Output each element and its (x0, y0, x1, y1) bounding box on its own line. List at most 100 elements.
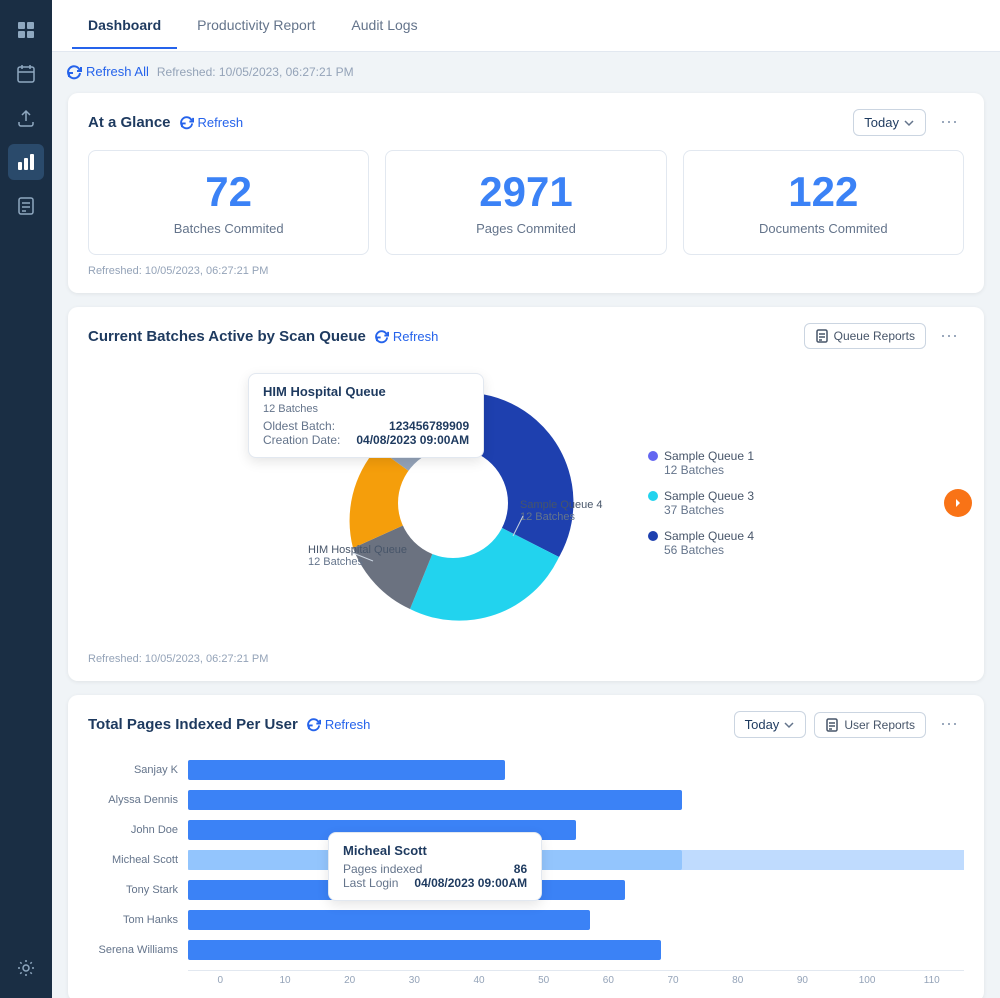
queue-reports-button[interactable]: Queue Reports (804, 323, 926, 349)
at-a-glance-title: At a Glance (88, 114, 171, 131)
pie-donut-hole (398, 448, 508, 558)
at-a-glance-dropdown[interactable]: Today (853, 109, 926, 136)
x-tick: 10 (253, 975, 318, 986)
batches-label: Batches Commited (105, 221, 352, 236)
oldest-batch-val: 123456789909 (389, 419, 469, 433)
user-chart-header: Total Pages Indexed Per User Refresh Tod… (88, 711, 964, 738)
at-a-glance-header: At a Glance Refresh Today (88, 109, 964, 136)
user-chart-dropdown[interactable]: Today (734, 711, 807, 738)
bar-fill (188, 940, 661, 960)
x-tick: 30 (382, 975, 447, 986)
bar-track[interactable] (188, 790, 964, 810)
bar-label: Tom Hanks (88, 914, 188, 926)
grid-icon[interactable] (8, 12, 44, 48)
next-button[interactable] (944, 489, 972, 517)
at-a-glance-refresh-button[interactable]: Refresh (181, 115, 244, 130)
settings-icon[interactable] (8, 950, 44, 986)
stats-row: 72 Batches Commited 2971 Pages Commited … (88, 150, 964, 255)
bar-track[interactable] (188, 940, 964, 960)
refresh-all-button[interactable]: Refresh All (68, 64, 149, 79)
refresh-all-timestamp: Refreshed: 10/05/2023, 06:27:21 PM (157, 65, 354, 79)
document-list-icon[interactable] (8, 188, 44, 224)
pie-label-sq4-bottom-count: 12 Batches (520, 511, 576, 523)
queue-chart-refresh-button[interactable]: Refresh (376, 329, 439, 344)
pages-val: 86 (514, 862, 527, 876)
bar-label: Alyssa Dennis (88, 794, 188, 806)
bar-track[interactable] (188, 820, 964, 840)
queue-chart-title: Current Batches Active by Scan Queue (88, 328, 366, 345)
chevron-down-icon (903, 117, 915, 129)
x-tick: 50 (511, 975, 576, 986)
refresh-all-icon (68, 65, 82, 79)
queue-tooltip: HIM Hospital Queue 12 Batches Oldest Bat… (248, 373, 484, 458)
refresh-icon (308, 718, 321, 731)
pie-legend: Sample Queue 1 12 Batches Sample Queue 3… (648, 449, 754, 557)
legend-dot-sq4 (648, 531, 658, 541)
pages-committed-card: 2971 Pages Commited (385, 150, 666, 255)
queue-chart-timestamp: Refreshed: 10/05/2023, 06:27:21 PM (88, 653, 964, 665)
legend-dot-sq1 (648, 451, 658, 461)
bar-track[interactable] (188, 760, 964, 780)
batches-value: 72 (105, 169, 352, 215)
legend-count-sq3: 37 Batches (664, 503, 754, 517)
creation-date-label: Creation Date: (263, 433, 340, 447)
bar-track[interactable] (188, 910, 964, 930)
bar-fill (188, 910, 590, 930)
chart-icon[interactable] (8, 144, 44, 180)
at-a-glance-timestamp: Refreshed: 10/05/2023, 06:27:21 PM (88, 265, 964, 277)
queue-chart-more-button[interactable]: ⋯ (934, 324, 964, 349)
x-tick: 0 (188, 975, 253, 986)
tab-productivity-report[interactable]: Productivity Report (181, 3, 331, 49)
user-reports-button[interactable]: User Reports (814, 712, 926, 738)
refresh-icon (181, 116, 194, 129)
bar-track[interactable] (188, 880, 964, 900)
legend-count-sq1: 12 Batches (664, 463, 754, 477)
pie-chart-section: HIM Hospital Queue 12 Batches Oldest Bat… (88, 363, 964, 643)
login-val: 04/08/2023 09:00AM (414, 876, 527, 890)
user-chart-refresh-button[interactable]: Refresh (308, 717, 371, 732)
report-icon (815, 329, 829, 343)
legend-dot-sq3 (648, 491, 658, 501)
login-label: Last Login (343, 876, 398, 890)
legend-item-sq3: Sample Queue 3 37 Batches (648, 489, 754, 517)
bar-label: John Doe (88, 824, 188, 836)
bar-row: Alyssa Dennis (88, 790, 964, 810)
pie-label-him: HIM Hospital Queue (308, 544, 407, 556)
report-icon (825, 718, 839, 732)
user-tooltip: Micheal Scott Pages indexed 86 Last Logi… (328, 832, 542, 901)
bar-row: Sanjay K (88, 760, 964, 780)
creation-date-val: 04/08/2023 09:00AM (356, 433, 469, 447)
documents-value: 122 (700, 169, 947, 215)
at-a-glance-more-button[interactable]: ⋯ (934, 110, 964, 135)
user-chart-title: Total Pages Indexed Per User (88, 716, 298, 733)
user-tooltip-title: Micheal Scott (343, 843, 527, 858)
bar-label: Micheal Scott (88, 854, 188, 866)
bar-track[interactable] (188, 850, 964, 870)
at-a-glance-card: At a Glance Refresh Today (68, 93, 984, 293)
bar-label: Serena Williams (88, 944, 188, 956)
bar-label: Tony Stark (88, 884, 188, 896)
sidebar (0, 0, 52, 998)
x-tick: 70 (641, 975, 706, 986)
tab-dashboard[interactable]: Dashboard (72, 3, 177, 49)
legend-name-sq3: Sample Queue 3 (664, 489, 754, 503)
x-tick: 60 (576, 975, 641, 986)
calendar-icon[interactable] (8, 56, 44, 92)
bar-chart-container: Micheal Scott Pages indexed 86 Last Logi… (88, 752, 964, 986)
bar-fill (188, 790, 682, 810)
top-nav: Dashboard Productivity Report Audit Logs (52, 0, 1000, 52)
content-area: Refresh All Refreshed: 10/05/2023, 06:27… (52, 52, 1000, 998)
queue-tooltip-title: HIM Hospital Queue (263, 384, 469, 399)
legend-item-sq4: Sample Queue 4 56 Batches (648, 529, 754, 557)
user-chart-more-button[interactable]: ⋯ (934, 712, 964, 737)
upload-icon[interactable] (8, 100, 44, 136)
batches-committed-card: 72 Batches Commited (88, 150, 369, 255)
x-tick: 20 (317, 975, 382, 986)
x-tick: 100 (835, 975, 900, 986)
tab-audit-logs[interactable]: Audit Logs (335, 3, 433, 49)
oldest-batch-label: Oldest Batch: (263, 419, 335, 433)
pie-label-him-count: 12 Batches (308, 556, 364, 568)
x-tick: 90 (770, 975, 835, 986)
documents-committed-card: 122 Documents Commited (683, 150, 964, 255)
chevron-right-icon (952, 497, 964, 509)
